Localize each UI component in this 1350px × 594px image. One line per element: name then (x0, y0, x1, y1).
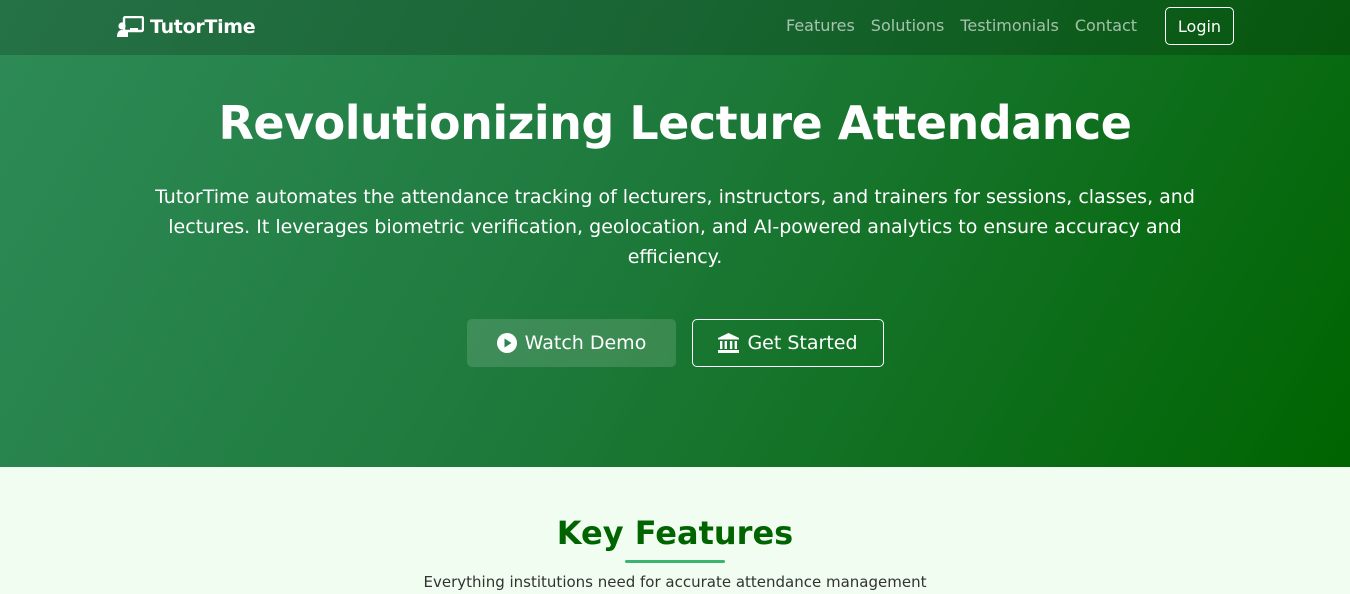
university-icon (718, 333, 740, 353)
hero-section: TutorTime Features Solutions Testimonial… (0, 0, 1350, 467)
features-subtitle: Everything institutions need for accurat… (423, 573, 927, 591)
nav-link-solutions[interactable]: Solutions (871, 16, 945, 38)
get-started-button[interactable]: Get Started (692, 319, 884, 367)
nav-link-features[interactable]: Features (786, 16, 855, 38)
watch-demo-label: Watch Demo (524, 332, 647, 354)
features-underline (625, 560, 725, 563)
brand-name: TutorTime (150, 16, 256, 38)
hero-title: Revolutionizing Lecture Attendance (218, 96, 1132, 150)
login-button[interactable]: Login (1165, 7, 1234, 45)
nav-link-contact[interactable]: Contact (1075, 16, 1137, 38)
nav-links: Features Solutions Testimonials Contact (786, 16, 1137, 38)
chalkboard-teacher-icon (117, 16, 144, 38)
navbar: TutorTime Features Solutions Testimonial… (0, 0, 1350, 55)
hero-description: TutorTime automates the attendance track… (155, 186, 1195, 268)
watch-demo-button[interactable]: Watch Demo (467, 319, 676, 367)
play-circle-icon (496, 333, 517, 353)
features-title: Key Features (556, 514, 794, 552)
get-started-label: Get Started (747, 332, 858, 354)
brand-logo[interactable]: TutorTime (117, 14, 256, 40)
nav-link-testimonials[interactable]: Testimonials (960, 16, 1059, 38)
